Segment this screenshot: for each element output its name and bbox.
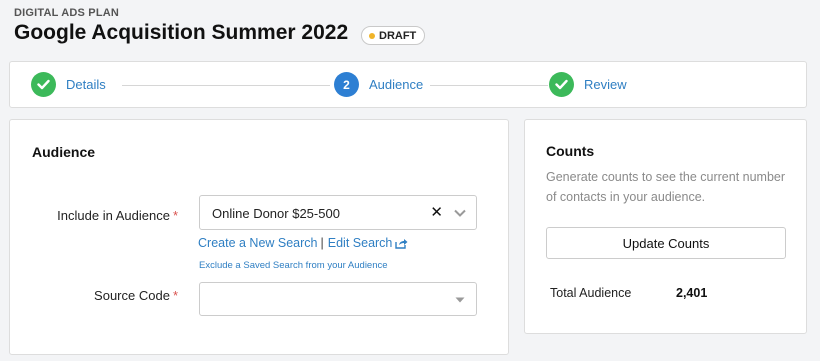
exclude-saved-search-link[interactable]: Exclude a Saved Search from your Audienc… <box>199 260 388 271</box>
step-label: Details <box>66 77 106 92</box>
plan-type-label: DIGITAL ADS PLAN <box>14 7 120 19</box>
status-badge-label: DRAFT <box>379 29 417 42</box>
field-label-text: Source Code <box>94 288 170 303</box>
selected-value: Online Donor $25-500 <box>212 206 340 221</box>
status-dot-icon <box>369 32 375 39</box>
total-audience-value: 2,401 <box>676 286 708 300</box>
required-mark: * <box>172 288 178 303</box>
close-icon[interactable]: ✕ <box>430 203 443 221</box>
update-counts-button[interactable]: Update Counts <box>546 227 786 259</box>
share-icon[interactable] <box>395 238 408 249</box>
step-details[interactable]: Details <box>31 72 106 97</box>
step-progress-bar: Details 2 Audience Review <box>9 61 807 108</box>
step-review[interactable]: Review <box>549 72 627 97</box>
chevron-down-icon[interactable] <box>454 209 466 217</box>
field-label-text: Include in Audience <box>57 208 170 223</box>
source-code-select[interactable] <box>199 282 477 316</box>
step-label: Audience <box>369 77 424 92</box>
chevron-down-icon[interactable] <box>454 296 466 304</box>
counts-description: Generate counts to see the current numbe… <box>546 170 786 204</box>
status-badge: DRAFT <box>361 26 426 45</box>
create-new-search-link[interactable]: Create a New Search <box>198 236 318 250</box>
include-in-audience-label: Include in Audience * <box>57 208 178 223</box>
check-icon <box>31 72 56 97</box>
step-label: Review <box>584 77 627 92</box>
source-code-label: Source Code * <box>94 288 178 303</box>
check-icon <box>549 72 574 97</box>
step-number-badge: 2 <box>334 72 359 97</box>
search-links: Create a New Search | Edit Search <box>198 236 408 250</box>
total-audience-label: Total Audience <box>550 286 632 300</box>
step-connector <box>430 85 548 86</box>
link-separator: | <box>320 236 324 250</box>
page-title: Google Acquisition Summer 2022 <box>14 21 349 44</box>
required-mark: * <box>172 208 178 223</box>
step-connector <box>122 85 330 86</box>
counts-heading: Counts <box>546 143 595 159</box>
step-audience[interactable]: 2 Audience <box>334 72 423 97</box>
audience-card: Audience Include in Audience * Online Don… <box>9 119 509 355</box>
audience-heading: Audience <box>32 144 96 160</box>
include-in-audience-select[interactable]: Online Donor $25-500 ✕ <box>199 195 477 230</box>
counts-card: Counts Generate counts to see the curren… <box>524 119 807 334</box>
edit-search-link[interactable]: Edit Search <box>328 236 393 250</box>
